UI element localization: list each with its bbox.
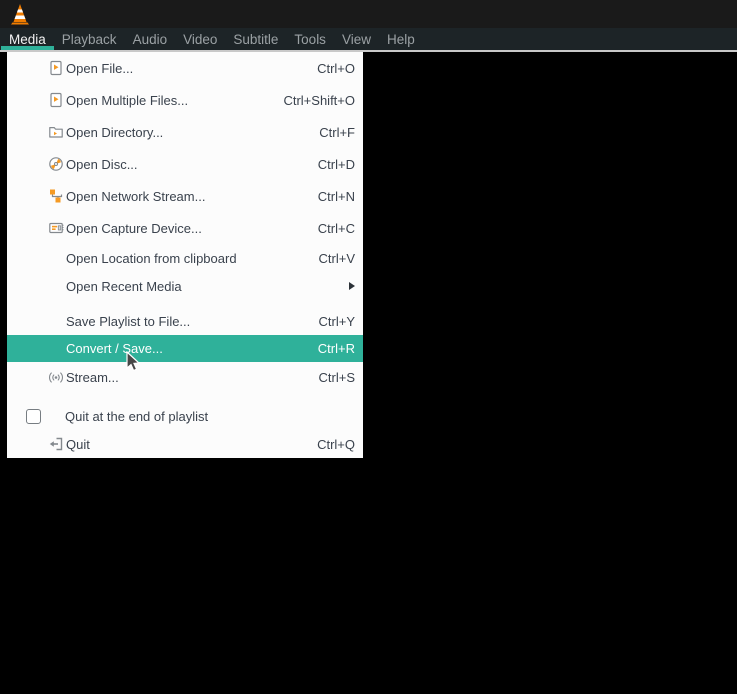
menu-item-label: Open Directory... — [66, 125, 163, 140]
menu-item-convert-save[interactable]: Convert / Save... Ctrl+R — [7, 335, 363, 362]
menubar-label: Playback — [62, 32, 117, 47]
menu-item-quit-at-end-of-playlist[interactable]: Quit at the end of playlist — [7, 402, 363, 430]
menu-item-label: Open Capture Device... — [66, 221, 202, 236]
quit-icon — [48, 436, 64, 452]
file-play-icon — [48, 92, 64, 108]
menu-item-label: Quit — [66, 437, 90, 452]
menu-item-shortcut: Ctrl+N — [318, 189, 355, 204]
menubar-item-view[interactable]: View — [334, 28, 379, 50]
menu-item-save-playlist-to-file[interactable]: Save Playlist to File... Ctrl+Y — [7, 308, 363, 335]
menu-separator — [7, 392, 363, 402]
menubar-item-audio[interactable]: Audio — [125, 28, 176, 50]
menu-item-label: Open Multiple Files... — [66, 93, 188, 108]
menu-item-shortcut: Ctrl+F — [319, 125, 355, 140]
menu-item-label: Open Recent Media — [66, 279, 182, 294]
menubar-item-video[interactable]: Video — [175, 28, 225, 50]
menu-item-label: Quit at the end of playlist — [65, 409, 208, 424]
menu-separator — [7, 300, 363, 308]
empty-icon-spacer — [48, 278, 64, 294]
menubar-label: Video — [183, 32, 217, 47]
menubar-item-tools[interactable]: Tools — [286, 28, 334, 50]
menu-item-open-capture-device[interactable]: Open Capture Device... Ctrl+C — [7, 212, 363, 244]
menu-item-open-recent-media[interactable]: Open Recent Media — [7, 272, 363, 300]
menu-item-shortcut: Ctrl+Y — [319, 314, 355, 329]
menu-item-shortcut: Ctrl+C — [318, 221, 355, 236]
folder-icon — [48, 124, 64, 140]
menubar-item-subtitle[interactable]: Subtitle — [225, 28, 286, 50]
menu-item-shortcut: Ctrl+D — [318, 157, 355, 172]
menubar-label: Tools — [294, 32, 326, 47]
menubar-label: Subtitle — [233, 32, 278, 47]
menu-bar: Media Playback Audio Video Subtitle Tool… — [0, 28, 737, 50]
empty-icon-spacer — [48, 314, 64, 330]
menu-item-shortcut: Ctrl+Q — [317, 437, 355, 452]
menu-item-shortcut: Ctrl+S — [319, 370, 355, 385]
menubar-label: View — [342, 32, 371, 47]
capture-card-icon — [48, 220, 64, 236]
menu-item-shortcut: Ctrl+V — [319, 251, 355, 266]
menu-item-shortcut: Ctrl+O — [317, 61, 355, 76]
menu-item-label: Save Playlist to File... — [66, 314, 190, 329]
menubar-label: Media — [9, 32, 46, 47]
menubar-item-help[interactable]: Help — [379, 28, 423, 50]
empty-icon-spacer — [48, 250, 64, 266]
submenu-arrow-icon — [349, 282, 355, 290]
menubar-label: Audio — [133, 32, 168, 47]
menu-item-shortcut: Ctrl+Shift+O — [283, 93, 355, 108]
menu-item-label: Stream... — [66, 370, 119, 385]
broadcast-icon — [48, 369, 64, 385]
menu-item-label: Open Location from clipboard — [66, 251, 237, 266]
menu-item-label: Open File... — [66, 61, 133, 76]
menubar-item-media[interactable]: Media — [1, 28, 54, 50]
disc-icon — [48, 156, 64, 172]
menubar-item-playback[interactable]: Playback — [54, 28, 125, 50]
menu-item-label: Open Network Stream... — [66, 189, 205, 204]
title-bar — [0, 0, 737, 28]
menu-item-open-location-from-clipboard[interactable]: Open Location from clipboard Ctrl+V — [7, 244, 363, 272]
menu-item-quit[interactable]: Quit Ctrl+Q — [7, 430, 363, 458]
menu-item-label: Open Disc... — [66, 157, 138, 172]
checkbox-unchecked[interactable] — [26, 409, 41, 424]
menu-item-shortcut: Ctrl+R — [318, 341, 355, 356]
menu-item-open-disc[interactable]: Open Disc... Ctrl+D — [7, 148, 363, 180]
menu-item-open-directory[interactable]: Open Directory... Ctrl+F — [7, 116, 363, 148]
menubar-label: Help — [387, 32, 415, 47]
file-play-icon — [48, 60, 64, 76]
empty-icon-spacer — [48, 341, 64, 357]
media-dropdown-menu: Open File... Ctrl+O Open Multiple Files.… — [7, 52, 363, 458]
menu-item-open-file[interactable]: Open File... Ctrl+O — [7, 52, 363, 84]
vlc-cone-icon — [8, 2, 32, 26]
network-icon — [48, 188, 64, 204]
menu-item-stream[interactable]: Stream... Ctrl+S — [7, 362, 363, 392]
menu-item-open-multiple-files[interactable]: Open Multiple Files... Ctrl+Shift+O — [7, 84, 363, 116]
menu-item-open-network-stream[interactable]: Open Network Stream... Ctrl+N — [7, 180, 363, 212]
menu-item-label: Convert / Save... — [66, 341, 163, 356]
